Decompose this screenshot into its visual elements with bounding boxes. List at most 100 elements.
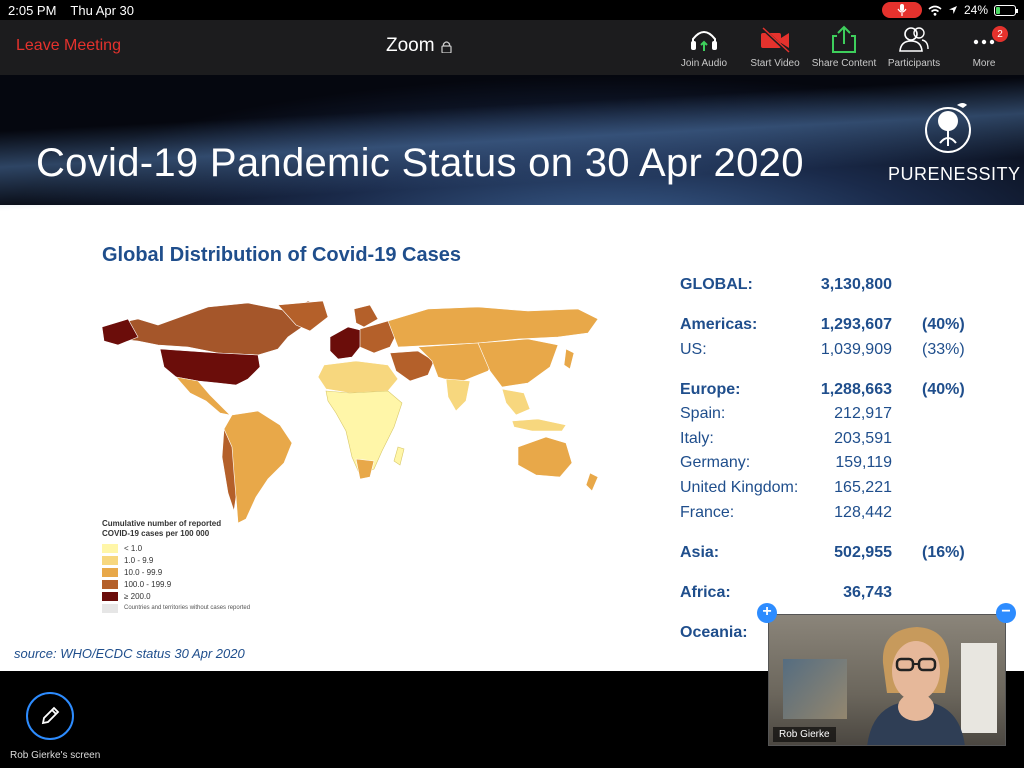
stat-value: 1,293,607 xyxy=(820,316,892,333)
shared-slide: Covid-19 Pandemic Status on 30 Apr 2020 … xyxy=(0,75,1024,671)
battery-percent: 24% xyxy=(963,3,988,17)
stat-row: Germany: 159,119 xyxy=(680,454,1010,476)
notification-badge: 2 xyxy=(992,26,1008,42)
legend-title: Cumulative number of reported COVID-19 c… xyxy=(102,519,322,539)
legend-swatch xyxy=(102,591,118,601)
map-region-new-zealand xyxy=(585,472,599,492)
legend-swatch xyxy=(102,555,118,565)
stat-row: Italy: 203,591 xyxy=(680,430,1010,452)
battery-fill xyxy=(996,6,1000,14)
participants-icon xyxy=(899,27,929,52)
more-button[interactable]: 2 More xyxy=(946,24,1022,72)
legend-title-line2: COVID-19 cases per 100 000 xyxy=(102,529,210,538)
expand-video-button[interactable]: + xyxy=(757,603,777,623)
legend-label: 10.0 - 99.9 xyxy=(124,567,163,577)
stat-value: 159,119 xyxy=(835,454,892,471)
stat-label: GLOBAL: xyxy=(680,276,753,293)
participants-label: Participants xyxy=(887,58,941,69)
legend-item: ≥ 200.0 xyxy=(102,590,322,602)
legend-swatch xyxy=(102,567,118,577)
start-video-label: Start Video xyxy=(750,58,800,69)
status-right: 24% xyxy=(881,2,1018,18)
map-region-scandinavia xyxy=(353,304,379,328)
stat-label: US: xyxy=(680,341,707,358)
stat-percent: (40%) xyxy=(922,381,965,398)
stat-row: Europe: 1,288,663 (40%) xyxy=(680,381,1010,403)
legend-item: 10.0 - 99.9 xyxy=(102,566,322,578)
stat-label: Europe: xyxy=(680,381,741,398)
legend-item: Countries and territories without cases … xyxy=(102,602,322,614)
participants-button[interactable]: Participants xyxy=(876,24,952,72)
join-audio-label: Join Audio xyxy=(680,58,728,69)
stat-label: Spain: xyxy=(680,405,726,422)
wifi-icon xyxy=(928,5,942,16)
minimize-video-button[interactable]: − xyxy=(996,603,1016,623)
stat-label: United Kingdom: xyxy=(680,479,799,496)
stat-value: 1,288,663 xyxy=(820,381,892,398)
stat-value: 502,955 xyxy=(834,544,892,561)
status-bar: 2:05 PM Thu Apr 30 24% xyxy=(0,0,1024,20)
legend-swatch xyxy=(102,543,118,553)
map-region-india xyxy=(445,378,471,412)
stat-percent: (40%) xyxy=(922,316,965,333)
participant-video-feed xyxy=(867,627,965,745)
stat-label: France: xyxy=(680,504,735,521)
stat-row: Asia: 502,955 (16%) xyxy=(680,544,1010,566)
legend-item: < 1.0 xyxy=(102,542,322,554)
meeting-title: Zoom xyxy=(386,35,452,57)
legend-title-line1: Cumulative number of reported xyxy=(102,519,222,528)
meeting-toolbar: Leave Meeting Zoom Join Audio Start Vide… xyxy=(0,20,1024,75)
legend-label: ≥ 200.0 xyxy=(124,591,151,601)
stat-row: United Kingdom: 165,221 xyxy=(680,479,1010,501)
start-video-button[interactable]: Start Video xyxy=(737,24,813,72)
legend-note: Countries and territories without cases … xyxy=(124,605,251,611)
map-region-se-asia xyxy=(501,388,531,416)
stat-label: Germany: xyxy=(680,454,751,471)
share-content-label: Share Content xyxy=(811,58,877,69)
annotate-button[interactable] xyxy=(26,692,74,740)
map-region-north-africa xyxy=(317,360,399,394)
participant-name-label: Rob Gierke xyxy=(773,727,836,742)
stat-value: 212,917 xyxy=(834,405,892,422)
leave-meeting-button[interactable]: Leave Meeting xyxy=(16,37,121,55)
headphones-icon xyxy=(691,31,717,51)
map-legend: Cumulative number of reported COVID-19 c… xyxy=(102,519,322,614)
mic-active-indicator xyxy=(881,2,922,18)
location-icon xyxy=(948,6,957,14)
stat-row: France: 128,442 xyxy=(680,504,1010,526)
map-region-japan xyxy=(563,348,575,370)
stat-label: Italy: xyxy=(680,430,714,447)
stat-row: Spain: 212,917 xyxy=(680,405,1010,427)
map-region-indonesia xyxy=(511,418,567,432)
legend-label: < 1.0 xyxy=(124,543,143,553)
map-region-europe-west xyxy=(329,326,365,360)
tree-logo-icon xyxy=(925,103,971,153)
chart-title: Global Distribution of Covid-19 Cases xyxy=(102,244,461,266)
more-label: More xyxy=(972,58,996,69)
brand-logo: PURENESSITY xyxy=(888,99,1020,185)
stat-value: 36,743 xyxy=(843,584,892,601)
stat-percent: (16%) xyxy=(922,544,965,561)
join-audio-button[interactable]: Join Audio xyxy=(666,24,742,72)
stat-row: GLOBAL: 3,130,800 xyxy=(680,276,1010,298)
slide-title: Covid-19 Pandemic Status on 30 Apr 2020 xyxy=(36,141,804,185)
share-icon xyxy=(832,25,856,53)
stat-label: Africa: xyxy=(680,584,731,601)
stat-row: Africa: 36,743 xyxy=(680,584,1010,606)
legend-label: 1.0 - 9.9 xyxy=(124,555,154,565)
battery-icon xyxy=(994,4,1018,16)
stat-percent: (33%) xyxy=(922,341,965,358)
video-off-icon xyxy=(760,26,790,54)
shared-screen-label: Rob Gierke's screen xyxy=(10,750,101,761)
microphone-icon xyxy=(897,4,907,16)
zoom-meeting-screen: 2:05 PM Thu Apr 30 24% Leave Meeting Zoo… xyxy=(0,0,1024,768)
stat-row: US: 1,039,909 (33%) xyxy=(680,341,1010,363)
status-date: Thu Apr 30 xyxy=(70,2,135,18)
share-content-button[interactable]: Share Content xyxy=(806,24,882,72)
wall-poster xyxy=(783,659,847,719)
participant-video-thumbnail[interactable]: Rob Gierke xyxy=(768,614,1006,746)
map-region-russia xyxy=(387,306,599,348)
slide-header: Covid-19 Pandemic Status on 30 Apr 2020 … xyxy=(0,75,1024,214)
map-region-australia xyxy=(517,436,573,478)
map-region-usa xyxy=(159,348,261,386)
